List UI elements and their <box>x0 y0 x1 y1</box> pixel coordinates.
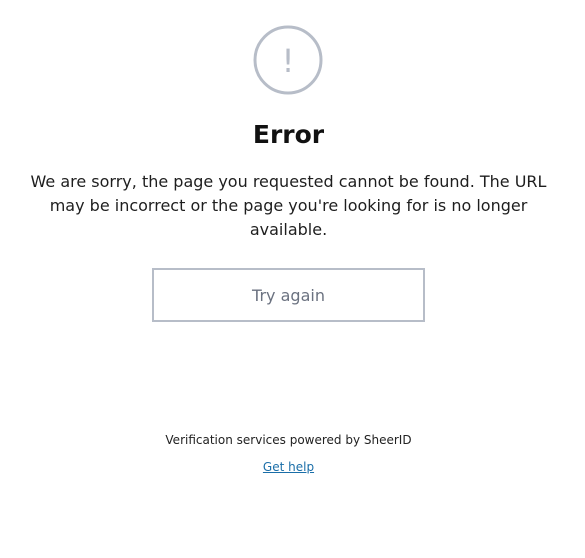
page-title: Error <box>252 120 325 149</box>
get-help-link[interactable]: Get help <box>263 460 314 474</box>
exclamation-circle-icon: ! <box>253 25 323 95</box>
exclamation-mark: ! <box>282 42 295 80</box>
help-link-container: Get help <box>0 459 577 475</box>
try-again-button[interactable]: Try again <box>152 268 425 322</box>
error-message: We are sorry, the page you requested can… <box>30 172 547 239</box>
powered-by-text: Verification services powered by SheerID <box>165 433 412 447</box>
